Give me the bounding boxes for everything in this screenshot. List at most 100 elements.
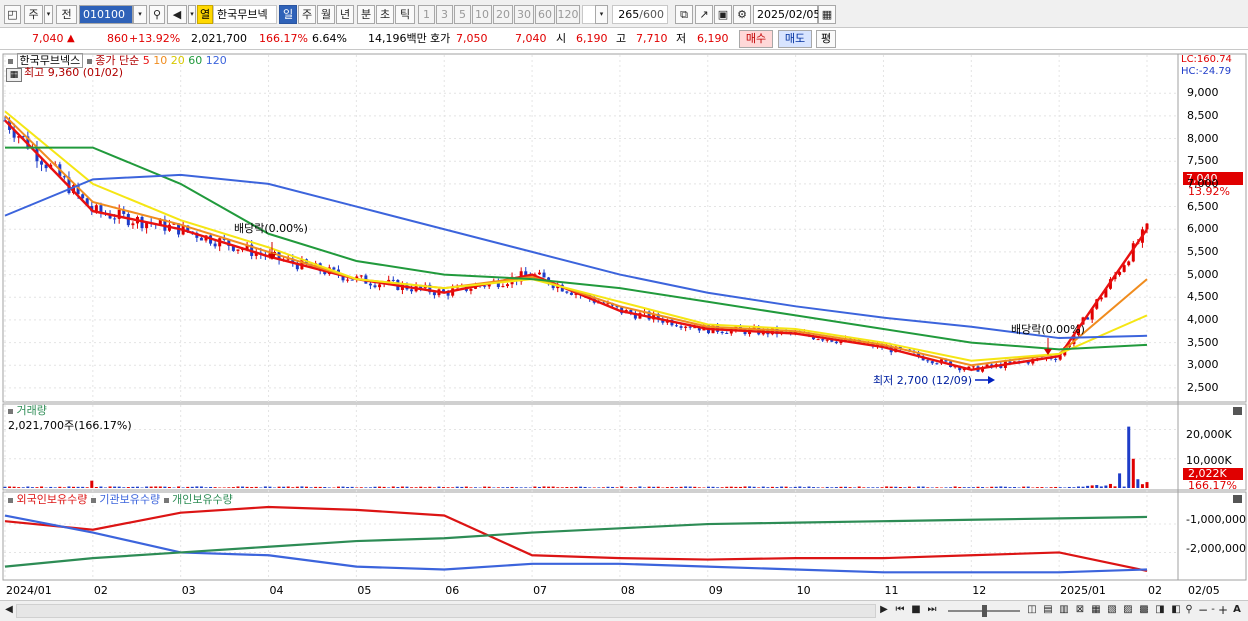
volume-bar (542, 486, 546, 488)
search-icon[interactable]: ⚲ (149, 5, 165, 24)
scroll-left-icon[interactable]: ◀ (3, 603, 15, 619)
chevron-down-icon[interactable]: ▾ (44, 5, 53, 24)
volume-bar (670, 486, 674, 488)
date-input[interactable]: 2025/02/05 (753, 5, 820, 24)
period-yearly[interactable]: 년 (336, 5, 354, 24)
volume-panel-close-icon[interactable] (1233, 407, 1242, 415)
period-monthly[interactable]: 월 (317, 5, 335, 24)
volume-bar (400, 486, 404, 488)
ma10-label: 10 (153, 54, 168, 67)
toggle-icon-1[interactable]: ◫ (1025, 603, 1039, 619)
volume-bar (510, 486, 514, 488)
horizontal-scrollbar[interactable] (16, 604, 876, 618)
quote-bar: 7,040 ▲ 860 +13.92% 2,021,700 166.17% 6.… (0, 28, 1248, 50)
font-size-icon[interactable]: A (1230, 603, 1244, 619)
first-page-icon[interactable]: ⏮ (893, 603, 907, 619)
vol-tick-10000k: 10,000K (1186, 454, 1232, 467)
prev-button[interactable]: 전 (56, 5, 77, 24)
speaker-icon[interactable]: ◀︎ (167, 5, 187, 24)
zoom-search-icon[interactable]: ⚲ (1183, 603, 1195, 619)
volume-bar (784, 486, 788, 488)
candle-body (720, 331, 724, 333)
volume-bar (560, 487, 564, 488)
toggle-icon-5[interactable]: ▦ (1089, 603, 1103, 619)
volume-bar (643, 487, 647, 488)
volume-bar (414, 487, 418, 488)
volume-bar (684, 486, 688, 488)
grid-toggle-icon[interactable]: ▦ (6, 68, 22, 82)
interval-60[interactable]: 60 (535, 5, 555, 24)
foreign-label[interactable]: 외국인보유수량 (17, 493, 88, 506)
period-second[interactable]: 초 (376, 5, 394, 24)
interval-dropdown-icon[interactable]: ▾ (595, 5, 608, 24)
x-tick-label: 2025/01 (1060, 584, 1106, 597)
individual-label[interactable]: 개인보유수량 (172, 493, 233, 506)
toggle-icon-4[interactable]: ⊠ (1073, 603, 1087, 619)
count-value[interactable]: 265 (618, 8, 639, 21)
volume-title[interactable]: 거래량 (17, 404, 47, 417)
ask-price: 7,050 (456, 32, 488, 45)
code-dropdown-icon[interactable]: ▾ (133, 5, 147, 24)
interval-5[interactable]: 5 (454, 5, 471, 24)
eval-button[interactable]: 평 (816, 30, 836, 48)
candle-body (684, 326, 688, 328)
low-price: 6,190 (697, 32, 729, 45)
buy-button[interactable]: 매수 (739, 30, 773, 48)
last-page-icon[interactable]: ⏭ (925, 603, 939, 619)
stock-code-input[interactable]: 010100 (79, 5, 133, 24)
save-icon[interactable]: ▣ (714, 5, 732, 24)
stop-icon[interactable]: ■ (909, 603, 923, 619)
candle-type-icon[interactable]: ⧉ (675, 5, 693, 24)
draw-tool-icon[interactable]: ↗ (695, 5, 713, 24)
volume-bar (688, 486, 692, 488)
toggle-icon-7[interactable]: ▨ (1121, 603, 1135, 619)
period-weekly[interactable]: 주 (298, 5, 316, 24)
interval-20[interactable]: 20 (493, 5, 513, 24)
interval-120[interactable]: 120 (556, 5, 580, 24)
volume-bar (1136, 479, 1140, 488)
volume-bar (853, 487, 857, 488)
toggle-icon-9[interactable]: ◨ (1153, 603, 1167, 619)
x-tick-label: 08 (620, 584, 635, 597)
volume-bar (21, 487, 25, 488)
volume-bar (231, 487, 235, 488)
volume-bar (455, 486, 459, 488)
volume-bar (355, 487, 359, 488)
interval-10[interactable]: 10 (472, 5, 492, 24)
holding-panel-close-icon[interactable] (1233, 495, 1242, 503)
volume-bar (254, 486, 258, 488)
sell-button[interactable]: 매도 (778, 30, 812, 48)
toggle-icon-6[interactable]: ▧ (1105, 603, 1119, 619)
volume-bar (113, 486, 117, 488)
period-tick[interactable]: 틱 (395, 5, 415, 24)
volume-bar (734, 486, 738, 488)
period-daily[interactable]: 일 (279, 5, 297, 24)
volume-bar (1131, 458, 1135, 488)
ma20-label: 20 (170, 54, 185, 67)
toggle-icon-2[interactable]: ▤ (1041, 603, 1055, 619)
period-minute[interactable]: 분 (357, 5, 375, 24)
interval-3[interactable]: 3 (436, 5, 453, 24)
volume-bar (885, 486, 889, 488)
open-price: 6,190 (576, 32, 608, 45)
calendar-icon[interactable]: ▦ (818, 5, 836, 24)
scroll-right-icon[interactable]: ▶ (878, 603, 890, 619)
holding-legend: 외국인보유수량 기관보유수량 개인보유수량 (8, 493, 233, 506)
interval-30[interactable]: 30 (514, 5, 534, 24)
price-y-tick: 5,500 (1187, 244, 1219, 258)
volume-bar (336, 486, 340, 488)
toggle-icon-10[interactable]: ◧ (1169, 603, 1183, 619)
speaker-dropdown-icon[interactable]: ▾ (188, 5, 196, 24)
toggle-icon-3[interactable]: ▥ (1057, 603, 1071, 619)
volume-bar (926, 487, 930, 488)
gear-icon[interactable]: ⚙ (733, 5, 751, 24)
institution-label[interactable]: 기관보유수량 (99, 493, 160, 506)
volume-bar (350, 486, 354, 488)
yeol-button[interactable]: 열 (197, 5, 213, 24)
toggle-icon-8[interactable]: ▩ (1137, 603, 1151, 619)
zoom-slider-handle[interactable] (982, 605, 987, 617)
zoom-in-icon[interactable]: + (1217, 603, 1229, 619)
type-select[interactable]: 주 (24, 5, 43, 24)
interval-1[interactable]: 1 (418, 5, 435, 24)
window-menu-icon[interactable]: ◰ (4, 5, 21, 24)
